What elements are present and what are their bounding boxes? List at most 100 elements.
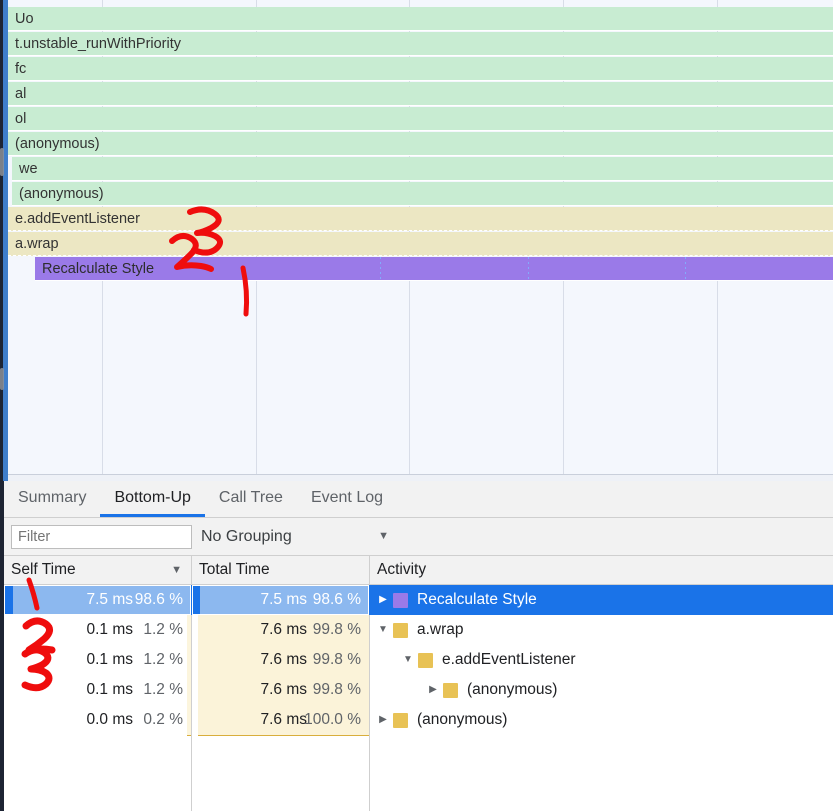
devtools-performance-panel: Uo t.unstable_runWithPriorityfc al ol (anony… — [0, 0, 833, 811]
activity-label: (anonymous) — [467, 681, 558, 698]
grid-body: 7.5 ms 98.6 % 7.5 ms 98.6 % ▶ Recalculate Sty… — [4, 585, 833, 811]
grid-header-row: Self Time ▼ Total Time Activity — [4, 556, 833, 585]
cell-activity: ▶ Recalculate Style — [376, 585, 537, 615]
details-tab-bar: Summary Bottom-Up Call Tree Event Log — [4, 481, 833, 518]
self-time-bar — [187, 675, 191, 706]
table-row[interactable]: 0.1 ms 1.2 % 7.6 ms 99.8 % ▶ (anonymous) — [4, 675, 833, 706]
expand-triangle-open-icon[interactable]: ▼ — [376, 625, 390, 635]
activity-label: a.wrap — [417, 621, 464, 638]
scrollbar-thumb-upper[interactable] — [0, 148, 4, 176]
activity-color-swatch — [393, 712, 408, 728]
column-header-self[interactable]: Self Time ▼ — [4, 556, 191, 584]
total-time-percent: 99.8 % — [312, 621, 361, 638]
flame-frame[interactable]: a.wrap — [8, 232, 833, 256]
flame-frame[interactable]: (anonymous) — [8, 132, 833, 156]
flame-frame-label: (anonymous) — [19, 185, 104, 202]
activity-label: (anonymous) — [417, 711, 508, 728]
self-time-bar — [187, 615, 191, 646]
tab-label: Event Log — [310, 488, 384, 506]
flame-frame[interactable]: Recalculate Style — [35, 257, 833, 281]
left-gutter-lower — [0, 481, 4, 811]
flame-frame-label: t.unstable_runWithPriority — [15, 35, 182, 52]
sort-descending-icon: ▼ — [171, 564, 182, 576]
chevron-down-icon: ▼ — [378, 530, 389, 542]
flame-frame[interactable]: fc — [8, 57, 833, 81]
flame-frame[interactable]: t.unstable_runWithPriority — [8, 32, 833, 56]
cell-total-time: 7.6 ms 99.8 % — [192, 645, 369, 676]
selected-cell-outline-self — [4, 585, 191, 615]
expand-triangle-closed-icon[interactable]: ▶ — [426, 685, 440, 695]
flame-frame[interactable]: ol — [8, 107, 833, 131]
table-row[interactable]: 0.1 ms 1.2 % 7.6 ms 99.8 % ▼ a.wrap — [4, 615, 833, 646]
cell-self-time: 0.1 ms 1.2 % — [4, 675, 191, 706]
activity-color-swatch — [443, 682, 458, 698]
filter-input[interactable] — [11, 524, 192, 549]
self-time-value: 0.0 ms — [86, 711, 133, 728]
details-panel: Summary Bottom-Up Call Tree Event Log No Gr… — [0, 481, 833, 811]
flame-frame-label: e.addEventListener — [15, 210, 140, 227]
flame-frame-label: ol — [15, 110, 27, 127]
flame-frame[interactable]: e.addEventListener — [8, 207, 833, 231]
self-time-percent: 1.2 % — [143, 651, 183, 668]
expand-triangle-closed-icon[interactable]: ▶ — [376, 595, 390, 605]
tab-label: Summary — [18, 488, 87, 506]
flame-frame-label: Uo — [15, 10, 34, 27]
column-header-activity[interactable]: Activity — [370, 556, 833, 584]
activity-label: e.addEventListener — [442, 651, 576, 668]
flame-frame-tick-0 — [380, 257, 381, 280]
flame-chart-vertical-scrollbar[interactable] — [3, 0, 8, 481]
cell-total-time: 7.6 ms 99.8 % — [192, 675, 369, 706]
self-time-value: 0.1 ms — [86, 621, 133, 638]
cell-total-time: 7.6 ms 99.8 % — [192, 615, 369, 646]
activity-color-swatch — [418, 652, 433, 668]
total-time-percent: 99.8 % — [312, 681, 361, 698]
selected-cell-outline-total — [192, 585, 369, 615]
total-time-value: 7.6 ms — [260, 711, 307, 728]
self-time-bar — [187, 705, 191, 736]
total-time-percent: 99.8 % — [312, 651, 361, 668]
tab-label: Call Tree — [218, 488, 283, 506]
flame-frame-tick-1 — [528, 257, 529, 280]
self-time-percent: 1.2 % — [143, 621, 183, 638]
self-time-value: 0.1 ms — [86, 681, 133, 698]
flame-frame-label: al — [15, 85, 27, 102]
bottom-up-grid: Self Time ▼ Total Time Activity 7.5 ms 98.6 … — [4, 556, 833, 811]
flame-frame[interactable]: Uo — [8, 7, 833, 31]
self-time-value: 0.1 ms — [86, 651, 133, 668]
cell-self-time: 0.1 ms 1.2 % — [4, 615, 191, 646]
total-time-value: 7.6 ms — [260, 621, 307, 638]
table-row[interactable]: 0.1 ms 1.2 % 7.6 ms 99.8 % ▼ e.addEventListen… — [4, 645, 833, 676]
column-header-label: Total Time — [199, 561, 270, 578]
cell-self-time: 0.1 ms 1.2 % — [4, 645, 191, 676]
flame-frame[interactable]: we — [12, 157, 833, 181]
expand-triangle-open-icon[interactable]: ▼ — [401, 655, 415, 665]
column-header-label: Self Time — [11, 561, 76, 578]
table-row[interactable]: 7.5 ms 98.6 % 7.5 ms 98.6 % ▶ Recalculate Sty… — [4, 585, 833, 615]
flame-frame-label: (anonymous) — [15, 135, 100, 152]
total-time-value: 7.6 ms — [260, 681, 307, 698]
flame-frame[interactable]: al — [8, 82, 833, 106]
grouping-dropdown[interactable]: No Grouping ▼ — [201, 524, 397, 550]
tab-event-log[interactable]: Event Log — [297, 481, 397, 517]
cell-self-time: 0.0 ms 0.2 % — [4, 705, 191, 736]
tab-label: Bottom-Up — [114, 488, 191, 506]
tab-summary[interactable]: Summary — [4, 481, 100, 517]
tab-call-tree[interactable]: Call Tree — [205, 481, 297, 517]
scrollbar-thumb-lower[interactable] — [0, 368, 4, 390]
flame-frame-label: fc — [15, 60, 27, 77]
table-row[interactable]: 0.0 ms 0.2 % 7.6 ms 100.0 % ▶ (anonymous) — [4, 705, 833, 736]
column-header-label: Activity — [377, 561, 427, 578]
self-time-percent: 0.2 % — [143, 711, 183, 728]
flame-chart[interactable]: Uo t.unstable_runWithPriorityfc al ol (anony… — [0, 0, 833, 481]
self-time-bar — [187, 645, 191, 676]
cell-total-time: 7.6 ms 100.0 % — [192, 705, 369, 736]
column-header-total[interactable]: Total Time — [192, 556, 369, 584]
tab-bottom-up[interactable]: Bottom-Up — [100, 481, 205, 517]
expand-triangle-closed-icon[interactable]: ▶ — [376, 715, 390, 725]
cell-activity: ▶ (anonymous) — [426, 675, 557, 705]
activity-label: Recalculate Style — [417, 591, 537, 608]
activity-color-swatch — [393, 592, 408, 608]
total-time-percent: 100.0 % — [304, 711, 361, 728]
flame-frame[interactable]: (anonymous) — [12, 182, 833, 206]
grouping-label: No Grouping — [201, 527, 292, 545]
